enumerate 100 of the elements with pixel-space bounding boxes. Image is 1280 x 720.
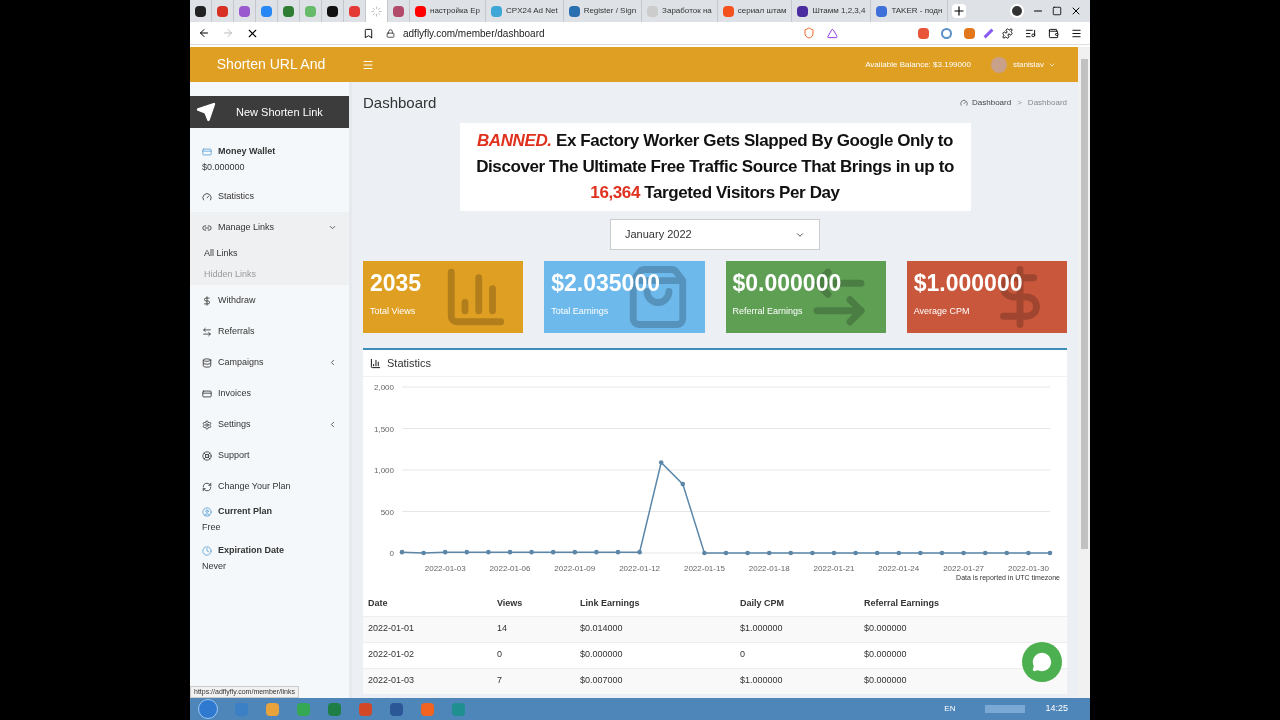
- data-point: [918, 550, 923, 556]
- table-cell-text: $0.000000: [864, 622, 908, 636]
- table-cell-text: $1.000000: [740, 622, 784, 636]
- table-cell-text: 0: [497, 648, 503, 662]
- back-icon[interactable]: [198, 27, 210, 39]
- x-tick-label: 2022-01-06: [489, 564, 531, 573]
- x-tick-label: 2022-01-27: [943, 564, 985, 573]
- y-tick-label: 1,000: [373, 466, 394, 475]
- card-label: Average CPM: [913, 305, 971, 318]
- data-point: [810, 550, 815, 556]
- wallet-icon[interactable]: [1048, 27, 1059, 39]
- info-label: Current Plan: [218, 505, 272, 518]
- data-point: [1026, 550, 1031, 556]
- card-value: $1.000000: [913, 269, 1024, 297]
- menu-label[interactable]: Support: [218, 448, 250, 463]
- table-cell-text: $0.000000: [864, 648, 908, 662]
- tab-title: Штамм 1,2,3,4: [812, 5, 866, 17]
- menu-label[interactable]: Settings: [218, 417, 251, 432]
- submenu-item[interactable]: All Links: [190, 243, 349, 264]
- menu-label[interactable]: Withdraw: [218, 293, 256, 308]
- data-point: [550, 549, 556, 555]
- ad-headline: BANNED. Ex Factory Worker Gets Slapped By Google Only to Discover The Ultimate Free Traffic Source That Brings in up to 16,364 Targeted Visitors Per Day: [475, 130, 955, 204]
- extension-icon[interactable]: [918, 27, 929, 39]
- table-cell-text: $0.000000: [864, 674, 908, 688]
- menu-label[interactable]: Change Your Plan: [218, 479, 291, 494]
- triangle-icon[interactable]: [827, 27, 838, 39]
- extensions-icon[interactable]: [1002, 27, 1013, 39]
- data-point: [421, 550, 426, 556]
- data-point: [507, 549, 513, 555]
- data-point: [788, 550, 794, 556]
- table-cell-text: 7: [497, 674, 503, 688]
- data-point: [896, 550, 902, 556]
- panel-title: Statistics: [387, 355, 431, 371]
- language-indicator[interactable]: EN: [944, 703, 956, 715]
- card-label: Total Earnings: [551, 305, 610, 318]
- x-tick-label: 2022-01-15: [683, 564, 725, 573]
- menu-label[interactable]: Campaigns: [218, 355, 264, 370]
- extension-icon[interactable]: [964, 27, 975, 39]
- data-point: [529, 549, 534, 555]
- tab-title: CPX24 Ad Net: [506, 5, 558, 17]
- card-value: $2.035000: [551, 269, 661, 297]
- x-tick-label: 2022-01-30: [1007, 564, 1049, 573]
- extension-icon[interactable]: [941, 27, 952, 39]
- dashboard-icon: [960, 99, 969, 107]
- data-point: [615, 549, 621, 555]
- shield-icon[interactable]: [803, 27, 815, 39]
- info-label: Money Wallet: [218, 145, 276, 158]
- ad-banner[interactable]: BANNED. Ex Factory Worker Gets Slapped By Google Only to Discover The Ultimate Free Traffic Source That Brings in up to 16,364 Targeted Visitors Per Day: [459, 123, 971, 211]
- data-point: [853, 550, 858, 556]
- x-tick-label: 2022-01-18: [748, 564, 790, 573]
- data-point: [961, 550, 966, 556]
- tab-title: сериал штам: [737, 5, 787, 17]
- table-cell-text: 14: [497, 622, 508, 636]
- extension-icon[interactable]: [983, 28, 994, 38]
- x-tick-label: 2022-01-09: [554, 564, 596, 573]
- tab-title: Register / Sign: [583, 5, 637, 17]
- address-field[interactable]: adflyfly.com/member/dashboard: [386, 23, 791, 43]
- chevron-icon[interactable]: [328, 223, 337, 232]
- data-point: [1047, 550, 1053, 556]
- column-header: Daily CPM: [740, 596, 785, 610]
- info-value: $0.000000: [201, 160, 246, 174]
- chevron-icon[interactable]: [328, 420, 337, 429]
- close-icon[interactable]: [1070, 5, 1082, 17]
- tab-title: настройка Ep: [430, 5, 481, 17]
- data-point: [594, 549, 599, 555]
- data-point: [745, 550, 750, 556]
- data-point: [874, 550, 880, 556]
- month-select[interactable]: January 2022: [610, 219, 820, 250]
- breadcrumb-separator: >: [1017, 97, 1022, 109]
- clock-text[interactable]: 14:25: [1045, 702, 1068, 716]
- data-point: [442, 549, 448, 555]
- data-point: [658, 460, 664, 465]
- menu-label[interactable]: Referrals: [218, 324, 255, 339]
- data-point: [723, 550, 729, 556]
- new-tab-icon[interactable]: [952, 4, 967, 18]
- menu-label[interactable]: Statistics: [218, 189, 254, 204]
- maximize-icon[interactable]: [1052, 6, 1062, 16]
- table-cell-text: $0.007000: [580, 674, 624, 688]
- info-value: Never: [201, 559, 227, 573]
- breadcrumb-current: Dashboard: [1027, 97, 1067, 109]
- menu-label[interactable]: Invoices: [218, 386, 252, 401]
- column-header: Views: [497, 596, 524, 610]
- info-label: Expiration Date: [218, 544, 284, 557]
- data-point: [680, 481, 686, 487]
- chat-icon: [1032, 652, 1052, 672]
- breadcrumb-link[interactable]: Dashboard: [972, 97, 1012, 109]
- new-link-button[interactable]: New Shorten Link: [190, 96, 349, 128]
- media-icon[interactable]: [1025, 27, 1036, 39]
- card-label: Total Views: [370, 305, 417, 318]
- start-icon[interactable]: [198, 699, 218, 719]
- menu-label[interactable]: Manage Links: [218, 220, 275, 235]
- table-cell-text: $1.000000: [740, 674, 784, 688]
- data-point: [939, 550, 945, 556]
- profile-icon[interactable]: [1010, 4, 1024, 18]
- taskbar-app-icon[interactable]: [390, 702, 403, 716]
- info-value: Free: [201, 520, 222, 534]
- table-cell-text: $0.014000: [580, 622, 624, 636]
- chevron-icon[interactable]: [328, 358, 337, 367]
- y-tick-label: 0: [389, 549, 394, 558]
- bookmark-icon[interactable]: [363, 27, 374, 39]
